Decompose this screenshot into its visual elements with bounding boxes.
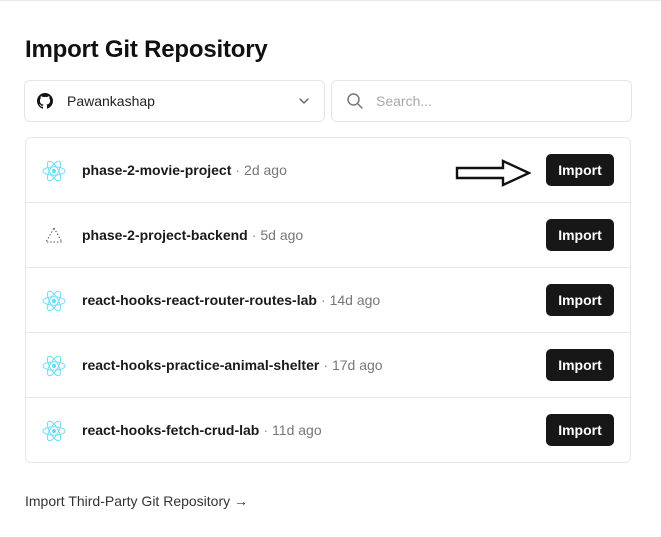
repo-row: phase-2-movie-project · 2d ago Import (26, 138, 630, 203)
repo-info: phase-2-project-backend · 5d ago (82, 227, 303, 243)
repo-name: react-hooks-react-router-routes-lab (82, 292, 317, 308)
repo-name: react-hooks-fetch-crud-lab (82, 422, 260, 438)
repository-list: phase-2-movie-project · 2d ago Import phas… (25, 137, 631, 463)
react-icon (41, 418, 67, 444)
repo-name: phase-2-movie-project (82, 162, 232, 178)
separator-dot: · (323, 357, 328, 373)
react-icon (41, 158, 67, 184)
react-icon (41, 288, 67, 314)
repo-info: react-hooks-react-router-routes-lab · 14d … (82, 292, 380, 308)
import-button[interactable]: Import (546, 414, 614, 446)
annotation-arrow-icon (455, 159, 531, 187)
github-icon (37, 93, 53, 109)
repo-updated-time: 14d ago (329, 292, 381, 308)
repo-info: phase-2-movie-project · 2d ago (82, 162, 287, 178)
account-selector[interactable]: Pawankashap (24, 80, 325, 122)
repo-updated-time: 11d ago (272, 422, 322, 438)
page-title: Import Git Repository (25, 36, 268, 63)
repo-row: react-hooks-react-router-routes-lab · 14d … (26, 268, 630, 333)
import-third-party-link[interactable]: Import Third-Party Git Repository → (25, 493, 248, 509)
separator-dot: · (235, 162, 241, 178)
import-button[interactable]: Import (546, 349, 614, 381)
import-button[interactable]: Import (546, 219, 614, 251)
triangle-icon (41, 223, 67, 249)
import-button[interactable]: Import (546, 154, 614, 186)
repo-row: react-hooks-fetch-crud-lab · 11d ago Impor… (26, 398, 630, 462)
separator-dot: · (320, 292, 326, 308)
chevron-down-icon (298, 95, 310, 107)
repo-info: react-hooks-fetch-crud-lab · 11d ago (82, 422, 322, 438)
repo-updated-time: 5d ago (260, 227, 304, 243)
repo-updated-time: 17d ago (331, 357, 383, 373)
react-icon (41, 353, 67, 379)
repo-name: phase-2-project-backend (82, 227, 248, 243)
repo-info: react-hooks-practice-animal-shelter · 17d … (82, 357, 383, 373)
import-button[interactable]: Import (546, 284, 614, 316)
separator-dot: · (251, 227, 257, 243)
search-box (331, 80, 632, 122)
repo-row: phase-2-project-backend · 5d ago Import (26, 203, 630, 268)
top-divider (0, 0, 661, 1)
repo-name: react-hooks-practice-animal-shelter (82, 357, 320, 373)
separator-dot: · (263, 422, 269, 438)
search-icon (346, 92, 364, 110)
repo-updated-time: 2d ago (244, 162, 287, 178)
search-input[interactable] (376, 93, 616, 109)
account-name: Pawankashap (67, 93, 155, 109)
repo-row: react-hooks-practice-animal-shelter · 17d … (26, 333, 630, 398)
